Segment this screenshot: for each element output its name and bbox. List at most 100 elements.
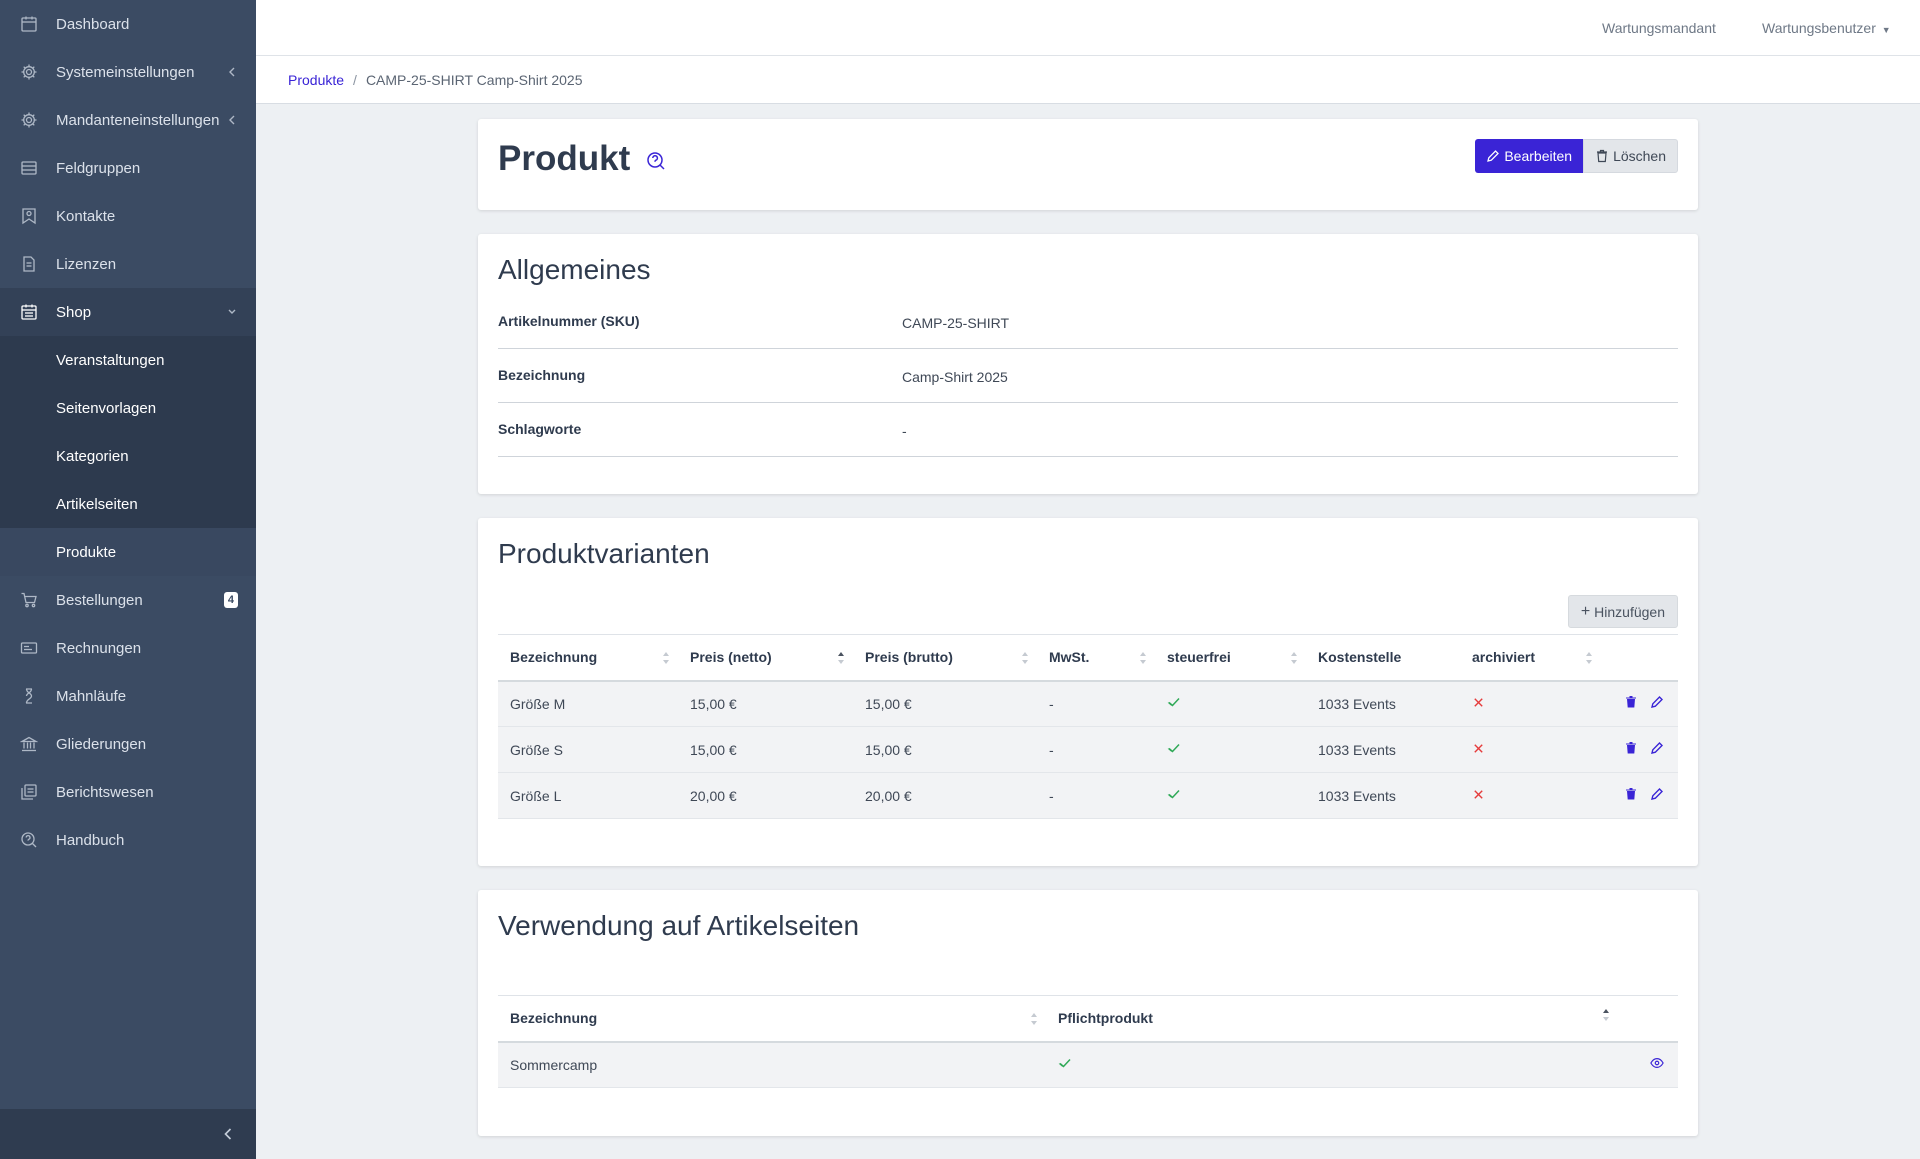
col-header-actions [1618, 995, 1678, 1043]
sidebar-item-shop[interactable]: Shop [0, 288, 256, 336]
topbar: Wartungsmandant Wartungsbenutzer ▼ [256, 0, 1920, 56]
sidebar-item-kategorien[interactable]: Kategorien [0, 432, 256, 480]
name-value: Camp-Shirt 2025 [902, 369, 1008, 385]
usage-table: Bezeichnung Pflichtprodukt Sommercamp [498, 995, 1678, 1088]
pencil-icon[interactable] [1650, 787, 1664, 801]
row-actions [1601, 726, 1678, 773]
variant-archiviert [1460, 726, 1601, 773]
delete-button[interactable]: Löschen [1583, 139, 1678, 173]
col-header-mwst[interactable]: MwSt. [1037, 634, 1155, 682]
pencil-icon[interactable] [1650, 741, 1664, 755]
variant-mwst: - [1037, 726, 1155, 773]
check-icon [1058, 1057, 1072, 1073]
variant-brutto: 15,00 € [853, 726, 1037, 773]
help-icon [20, 831, 38, 849]
sidebar-item-bestellungen[interactable]: Bestellungen 4 [0, 576, 256, 624]
col-header-preis-brutto[interactable]: Preis (brutto) [853, 634, 1037, 682]
sidebar-item-mandanteneinstellungen[interactable]: Mandanteneinstellungen [0, 96, 256, 144]
col-header-preis-netto[interactable]: Preis (netto) [678, 634, 853, 682]
breadcrumb-produkte-link[interactable]: Produkte [288, 72, 344, 88]
variant-name: Größe L [498, 772, 678, 819]
variant-mwst: - [1037, 680, 1155, 727]
gear-icon [20, 111, 38, 129]
trash-icon[interactable] [1624, 741, 1638, 755]
plus-icon: + [1580, 602, 1591, 620]
variant-name: Größe S [498, 726, 678, 773]
row-actions [1601, 680, 1678, 727]
sort-asc-icon [1602, 1008, 1610, 1022]
col-header-bezeichnung[interactable]: Bezeichnung [498, 634, 678, 682]
usage-title: Verwendung auf Artikelseiten [498, 910, 860, 941]
col-header-bezeichnung[interactable]: Bezeichnung [498, 995, 1046, 1043]
col-header-archiviert[interactable]: archiviert [1460, 634, 1601, 682]
tags-label: Schlagworte [498, 421, 582, 437]
sidebar-item-veranstaltungen[interactable]: Veranstaltungen [0, 336, 256, 384]
col-header-kostenstelle[interactable]: Kostenstelle [1306, 634, 1460, 682]
sort-icon [1030, 1012, 1038, 1026]
table-row: Größe M 15,00 € 15,00 € - 1033 Events [498, 680, 1678, 727]
col-header-steuerfrei[interactable]: steuerfrei [1155, 634, 1306, 682]
sort-icon [662, 651, 670, 665]
sidebar-item-lizenzen[interactable]: Lizenzen [0, 240, 256, 288]
eye-icon[interactable] [1650, 1056, 1664, 1070]
calendar-icon [20, 15, 38, 33]
help-icon[interactable] [645, 150, 667, 172]
sidebar-item-feldgruppen[interactable]: Feldgruppen [0, 144, 256, 192]
sidebar-item-dashboard[interactable]: Dashboard [0, 0, 256, 48]
breadcrumb-current: CAMP-25-SHIRT Camp-Shirt 2025 [365, 71, 583, 88]
variant-brutto: 15,00 € [853, 680, 1037, 727]
sidebar-item-gliederungen[interactable]: Gliederungen [0, 720, 256, 768]
collapse-sidebar-icon[interactable] [216, 1122, 240, 1146]
tenant-menu[interactable]: Wartungsmandant [1602, 20, 1716, 36]
sidebar-item-produkte[interactable]: Produkte [0, 528, 256, 576]
name-row: Bezeichnung Camp-Shirt 2025 [498, 349, 1678, 403]
sidebar-item-kontakte[interactable]: Kontakte [0, 192, 256, 240]
check-icon [1167, 788, 1181, 804]
variant-kostenstelle: 1033 Events [1306, 680, 1460, 727]
pencil-icon[interactable] [1650, 695, 1664, 709]
table-row: Größe L 20,00 € 20,00 € - 1033 Events [498, 772, 1678, 819]
sidebar-item-systemeinstellungen[interactable]: Systemeinstellungen [0, 48, 256, 96]
sidebar-item-handbuch[interactable]: Handbuch [0, 816, 256, 864]
add-variant-button[interactable]: + Hinzufügen [1567, 595, 1678, 628]
usage-name: Sommercamp [498, 1041, 1046, 1088]
calendar-icon [20, 303, 38, 321]
variant-kostenstelle: 1033 Events [1306, 772, 1460, 819]
sort-icon [1585, 651, 1593, 665]
sidebar-item-label: Feldgruppen [56, 159, 141, 177]
edit-button[interactable]: Bearbeiten [1475, 139, 1584, 173]
trash-icon [1597, 149, 1608, 163]
breadcrumb-separator: / [353, 71, 357, 88]
trash-icon[interactable] [1624, 787, 1638, 801]
chevron-left-icon [226, 64, 238, 80]
orders-count-badge: 4 [223, 592, 238, 608]
sidebar-item-label: Gliederungen [56, 735, 147, 753]
tags-value: - [902, 423, 907, 439]
sidebar-item-artikelseiten[interactable]: Artikelseiten [0, 480, 256, 528]
sku-label: Artikelnummer (SKU) [498, 313, 640, 329]
check-icon [1167, 742, 1181, 758]
col-header-pflichtprodukt[interactable]: Pflichtprodukt [1046, 995, 1618, 1043]
sidebar-item-berichtswesen[interactable]: Berichtswesen [0, 768, 256, 816]
trash-icon[interactable] [1624, 695, 1638, 709]
variants-title: Produktvarianten [498, 538, 710, 569]
product-header-card: Produkt Bearbeiten Löschen [478, 119, 1698, 210]
sidebar-item-label: Kontakte [56, 207, 116, 225]
user-menu[interactable]: Wartungsbenutzer ▼ [1762, 20, 1891, 36]
sidebar-item-mahnlaeufe[interactable]: Mahnläufe [0, 672, 256, 720]
gear-icon [20, 63, 38, 81]
cart-icon [20, 591, 38, 609]
tags-row: Schlagworte - [498, 403, 1678, 457]
shop-submenu: Veranstaltungen Seitenvorlagen Kategorie… [0, 336, 256, 576]
sidebar-item-label: Dashboard [56, 15, 130, 33]
variants-card: Produktvarianten + Hinzufügen Bezeichnun… [478, 518, 1698, 866]
general-card: Allgemeines Artikelnummer (SKU) CAMP-25-… [478, 234, 1698, 494]
sidebar-item-rechnungen[interactable]: Rechnungen [0, 624, 256, 672]
cross-icon [1472, 742, 1485, 758]
invoice-icon [20, 639, 38, 657]
variant-netto: 20,00 € [678, 772, 853, 819]
sidebar-item-seitenvorlagen[interactable]: Seitenvorlagen [0, 384, 256, 432]
usage-card: Verwendung auf Artikelseiten Bezeichnung… [478, 890, 1698, 1136]
variant-archiviert [1460, 772, 1601, 819]
sort-icon [1021, 651, 1029, 665]
